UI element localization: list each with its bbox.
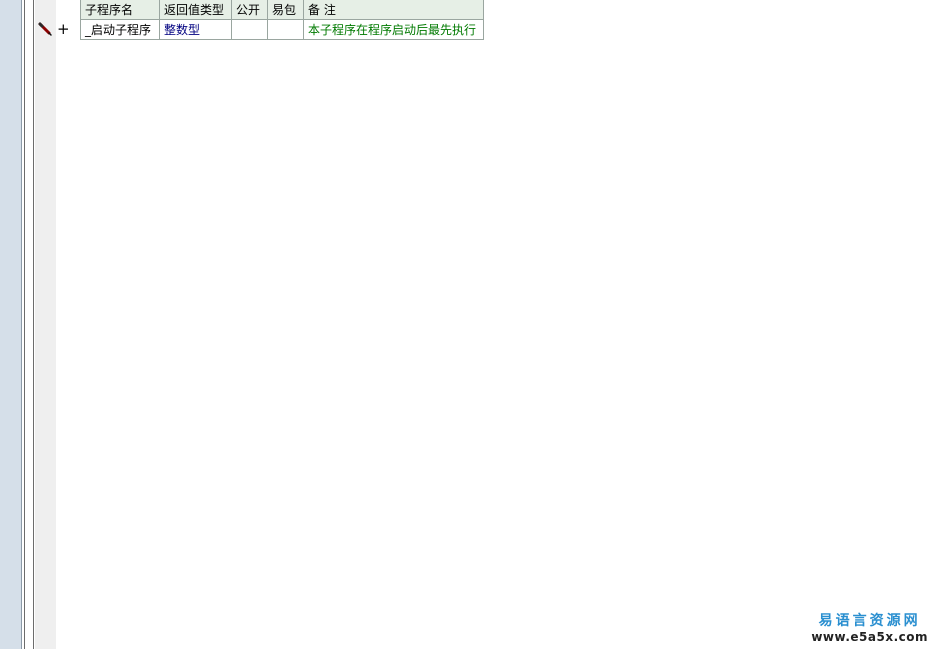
header-subroutine-name: 子程序名 xyxy=(80,0,160,20)
package-cell[interactable] xyxy=(267,19,304,40)
gutter-divider xyxy=(24,0,25,649)
plus-icon[interactable]: + xyxy=(57,20,70,38)
watermark-name: 易语言资源网 xyxy=(818,613,921,629)
table-header-row: 子程序名 返回值类型 公开 易包 备 注 xyxy=(80,0,484,20)
return-type-cell[interactable]: 整数型 xyxy=(159,19,232,40)
watermark-url: www.e5a5x.com xyxy=(811,630,928,644)
gutter-divider xyxy=(33,0,34,649)
header-return-type: 返回值类型 xyxy=(159,0,232,20)
note-cell[interactable]: 本子程序在程序启动后最先执行 xyxy=(303,19,484,40)
editor-left-gutter xyxy=(0,0,22,649)
public-cell[interactable] xyxy=(231,19,268,40)
header-note: 备 注 xyxy=(303,0,484,20)
line-marker-area xyxy=(35,0,56,649)
subroutine-table: 子程序名 返回值类型 公开 易包 备 注 _启动子程序 整数型 本子程序在程序启… xyxy=(80,0,484,40)
pencil-icon[interactable] xyxy=(37,21,53,37)
header-package: 易包 xyxy=(267,0,304,20)
site-watermark: 易语言资源网 www.e5a5x.com xyxy=(811,613,928,645)
subroutine-name-cell[interactable]: _启动子程序 xyxy=(80,19,160,40)
table-row[interactable]: _启动子程序 整数型 本子程序在程序启动后最先执行 xyxy=(80,19,484,40)
header-public: 公开 xyxy=(231,0,268,20)
